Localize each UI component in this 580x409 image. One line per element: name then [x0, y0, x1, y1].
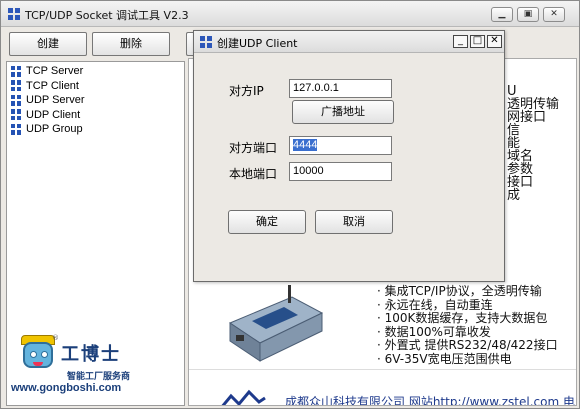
- feature-item: · 6V-35V宽电压范围供电: [377, 351, 512, 366]
- window-title: TCP/UDP Socket 调试工具 V2.3: [25, 9, 189, 22]
- network-icon: [11, 65, 22, 77]
- company-line: 成都众山科技有限公司 网站http://www.zstel.com 电: [285, 395, 575, 406]
- dialog-title-bar: 创建UDP Client _ □ ✕: [194, 31, 504, 53]
- zstel-logo-icon: [221, 389, 266, 405]
- network-icon: [11, 123, 22, 135]
- tree-item-label: TCP Client: [26, 79, 79, 92]
- close-button[interactable]: ✕: [543, 7, 565, 22]
- network-icon: [11, 80, 22, 92]
- remote-port-label: 对方端口: [229, 141, 278, 155]
- background-text: 成: [507, 188, 521, 203]
- dialog-title: 创建UDP Client: [217, 37, 298, 50]
- logo-url: www.gongboshi.com: [11, 382, 122, 394]
- feature-item: · 100K数据缓存，支持大数据包: [377, 311, 548, 325]
- feature-item: · 集成TCP/IP协议，全透明传输: [377, 284, 542, 298]
- dialog-close-button[interactable]: ✕: [487, 35, 502, 48]
- network-icon: [11, 94, 22, 106]
- tree-item-label: TCP Server: [26, 65, 84, 78]
- feature-item: · 数据100%可靠收发: [377, 324, 491, 339]
- logo-subtitle: 智能工厂服务商: [67, 372, 131, 382]
- app-icon: [8, 8, 20, 20]
- background-text-column: U 透明传输 网接口 信 能 域名 参数 接口 成: [507, 85, 559, 202]
- company-banner: 成都众山科技有限公司 网站http://www.zstel.com 电: [189, 369, 576, 406]
- remote-port-value: 4444: [293, 139, 318, 151]
- app-icon: [200, 36, 212, 48]
- dialog-minimize-button[interactable]: _: [453, 35, 468, 48]
- tree-item-label: UDP Server: [26, 94, 85, 107]
- tree-item-udp-client[interactable]: UDP Client: [9, 108, 184, 123]
- main-window: TCP/UDP Socket 调试工具 V2.3 ▁ ▣ ✕ 创建 删除 TCP…: [0, 0, 580, 409]
- feature-item: · 外置式 提供RS232/48/422接口: [377, 338, 558, 352]
- cancel-button[interactable]: 取消: [315, 210, 393, 234]
- ok-button[interactable]: 确定: [228, 210, 306, 234]
- network-icon: [11, 109, 22, 121]
- create-button[interactable]: 创建: [9, 32, 87, 56]
- registered-mark: ®: [52, 334, 59, 342]
- feature-item: · 永远在线，自动重连: [377, 297, 493, 312]
- feature-list: · 集成TCP/IP协议，全透明传输 · 永远在线，自动重连 · 100K数据缓…: [377, 284, 558, 366]
- remote-ip-label: 对方IP: [229, 84, 264, 98]
- local-port-input[interactable]: 10000: [289, 162, 392, 181]
- tree-item-udp-group[interactable]: UDP Group: [9, 122, 184, 137]
- local-port-label: 本地端口: [229, 167, 278, 181]
- tree-item-udp-server[interactable]: UDP Server: [9, 93, 184, 108]
- gongboshi-logo: ® 工博士 智能工厂服务商 www.gongboshi.com: [9, 334, 159, 406]
- remote-ip-input[interactable]: 127.0.0.1: [289, 79, 392, 98]
- maximize-button[interactable]: ▣: [517, 7, 539, 22]
- tree-item-label: UDP Client: [26, 108, 81, 121]
- tree-item-label: UDP Group: [26, 123, 83, 136]
- create-udp-client-dialog: 创建UDP Client _ □ ✕ 对方IP 127.0.0.1 广播地址 对…: [193, 30, 505, 282]
- udp-device-image: [228, 285, 324, 362]
- tree-item-tcp-server[interactable]: TCP Server: [9, 64, 184, 79]
- delete-button[interactable]: 删除: [92, 32, 170, 56]
- tree-item-tcp-client[interactable]: TCP Client: [9, 79, 184, 94]
- title-bar: TCP/UDP Socket 调试工具 V2.3 ▁ ▣ ✕: [1, 1, 579, 27]
- dialog-maximize-button[interactable]: □: [470, 35, 485, 48]
- logo-name: 工博士: [61, 344, 121, 365]
- broadcast-address-button[interactable]: 广播地址: [292, 100, 394, 124]
- remote-port-input[interactable]: 4444: [289, 136, 392, 155]
- minimize-button[interactable]: ▁: [491, 7, 513, 22]
